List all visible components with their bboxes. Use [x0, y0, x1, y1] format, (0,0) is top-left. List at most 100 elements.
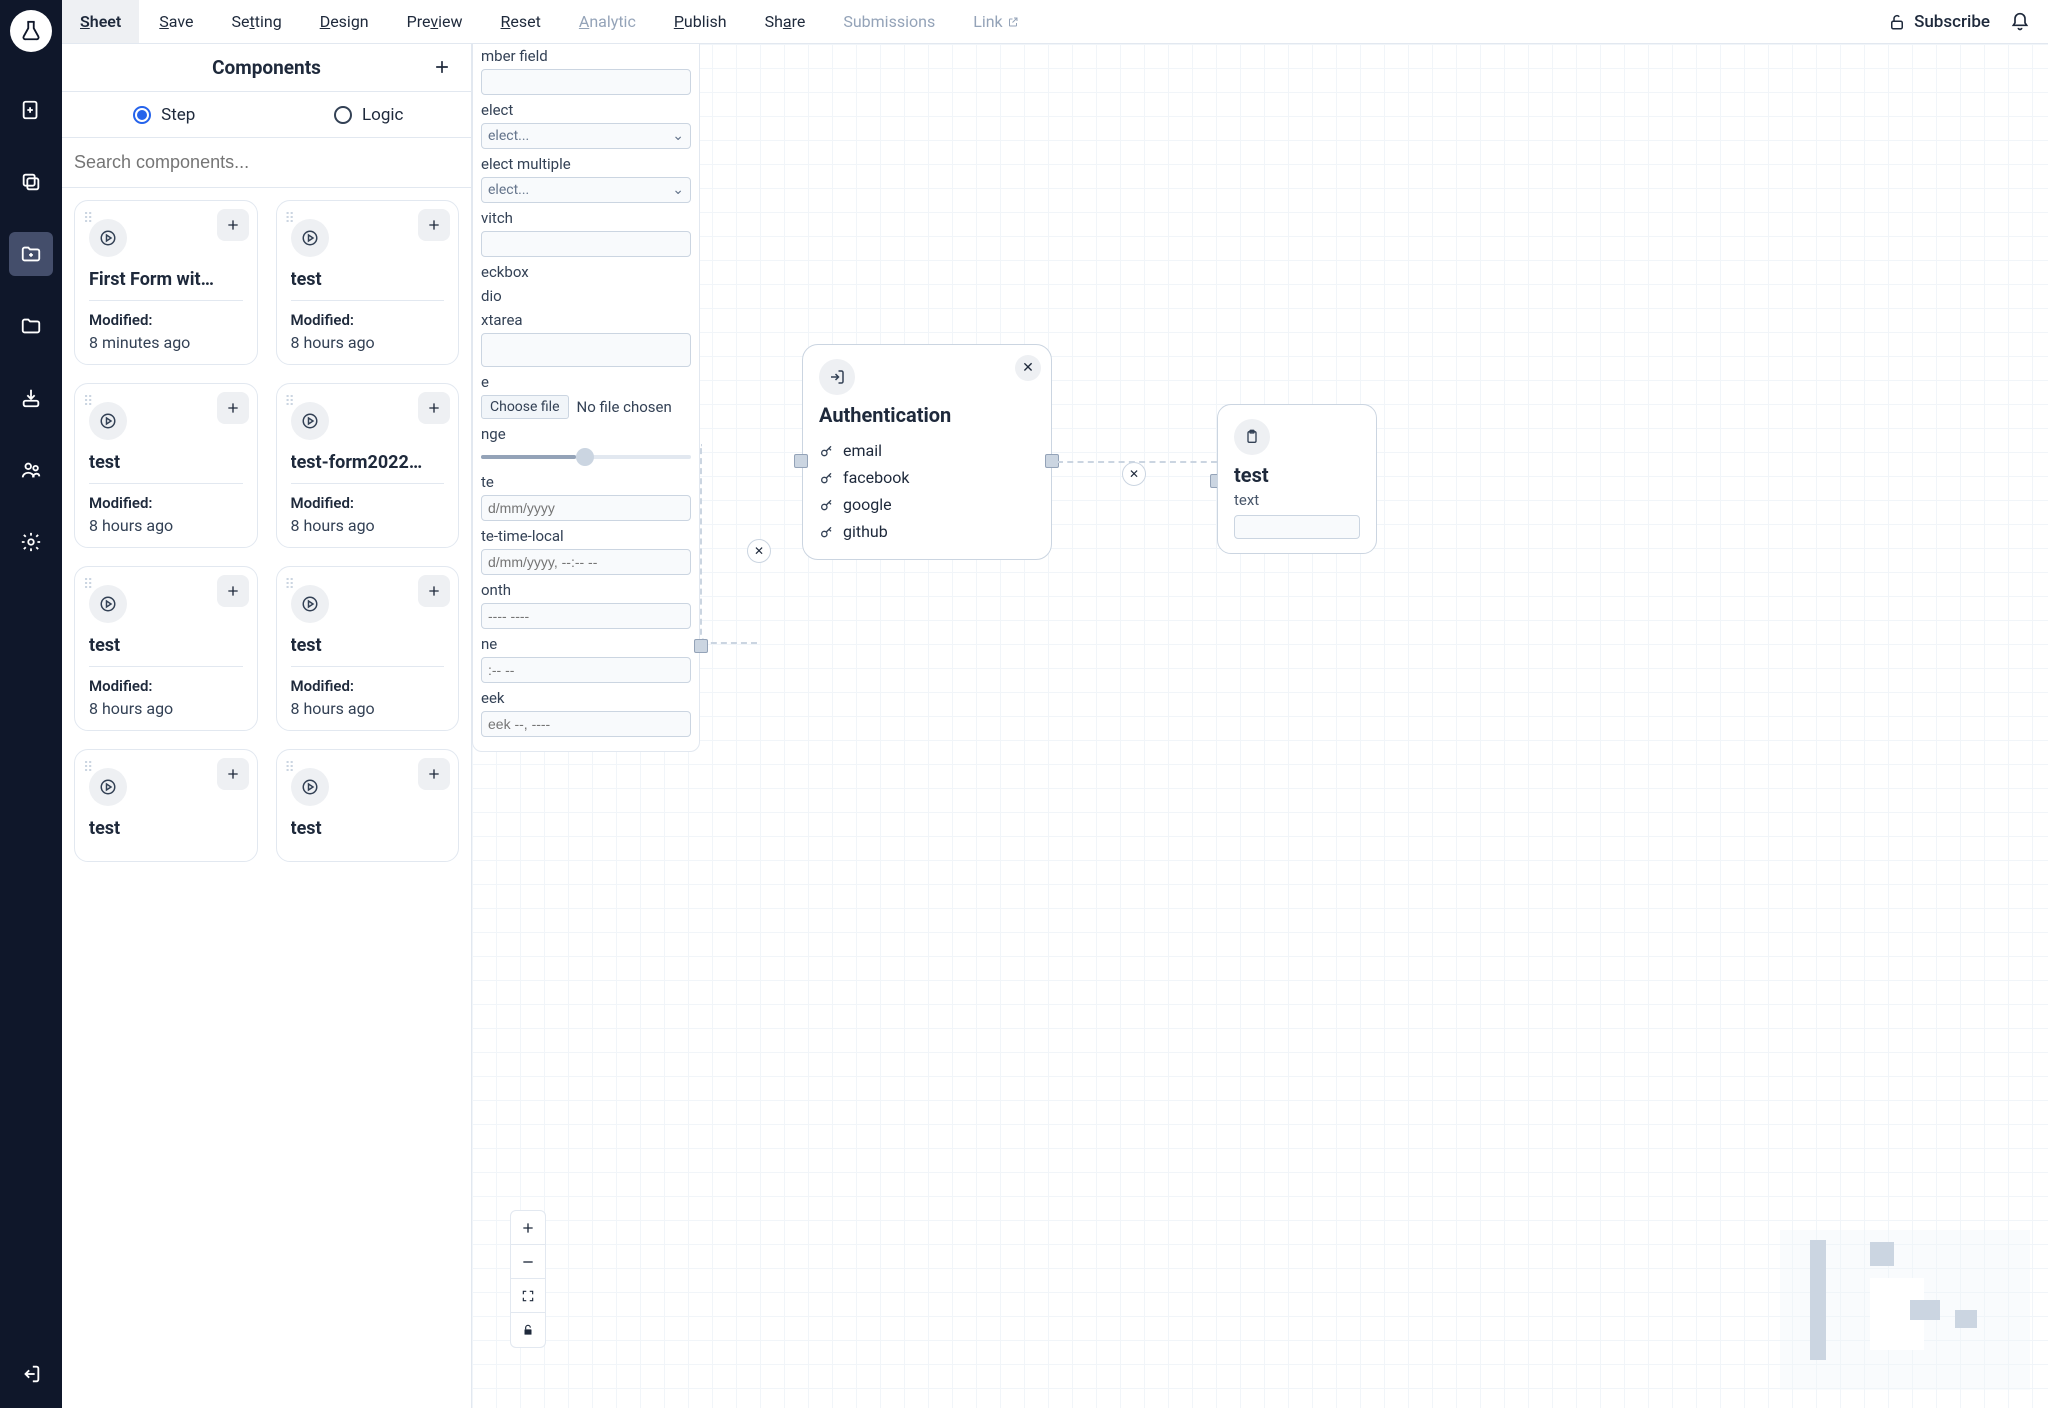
card-add-button[interactable]: [217, 575, 249, 607]
component-card[interactable]: ⠿ test Modified:8 hours ago: [74, 566, 258, 731]
auth-node[interactable]: ✕ Authentication emailfacebookgooglegith…: [802, 344, 1052, 560]
test-node[interactable]: test text: [1217, 404, 1377, 554]
menu-setting[interactable]: Setting: [214, 0, 300, 43]
drag-handle-icon[interactable]: ⠿: [83, 577, 95, 593]
choose-file-button[interactable]: Choose file: [481, 395, 569, 419]
auth-option[interactable]: google: [819, 491, 1035, 518]
modified-time: 8 hours ago: [89, 699, 243, 718]
menu-design[interactable]: Design: [302, 0, 387, 43]
rail-settings-icon[interactable]: [9, 520, 53, 564]
rail-download-icon[interactable]: [9, 376, 53, 420]
label-textarea: xtarea: [481, 311, 691, 329]
datetime-input[interactable]: [481, 549, 691, 575]
select-multiple-input[interactable]: elect...⌄: [481, 177, 691, 203]
drag-handle-icon[interactable]: ⠿: [285, 394, 297, 410]
menu-submissions[interactable]: Submissions: [825, 0, 953, 43]
date-input[interactable]: [481, 495, 691, 521]
search-input[interactable]: [72, 146, 461, 179]
rail-logout-icon[interactable]: [9, 1352, 53, 1396]
left-rail: [0, 0, 62, 1408]
menu-reset[interactable]: Reset: [483, 0, 559, 43]
card-add-button[interactable]: [418, 392, 450, 424]
auth-title: Authentication: [819, 403, 1035, 427]
menu-preview[interactable]: Preview: [389, 0, 481, 43]
key-icon: [819, 443, 835, 459]
week-input[interactable]: [481, 711, 691, 737]
drag-handle-icon[interactable]: ⠿: [285, 577, 297, 593]
no-file-text: No file chosen: [577, 398, 672, 416]
auth-option[interactable]: email: [819, 437, 1035, 464]
app-logo[interactable]: [10, 10, 52, 52]
zoom-fit-button[interactable]: [511, 1279, 545, 1313]
drag-handle-icon[interactable]: ⠿: [285, 211, 297, 227]
menu-save[interactable]: Save: [141, 0, 211, 43]
chevron-down-icon: ⌄: [672, 128, 684, 144]
time-input[interactable]: [481, 657, 691, 683]
component-card[interactable]: ⠿ test Modified:8 hours ago: [74, 383, 258, 548]
minimap[interactable]: [1780, 1230, 2030, 1390]
component-card[interactable]: ⠿ test: [74, 749, 258, 862]
card-add-button[interactable]: [217, 209, 249, 241]
subscribe-button[interactable]: Subscribe: [1888, 12, 1990, 32]
radio-on-icon: [133, 106, 151, 124]
notifications-icon[interactable]: [2010, 12, 2030, 32]
drag-handle-icon[interactable]: ⠿: [83, 760, 95, 776]
modified-label: Modified:: [291, 311, 445, 329]
rail-new-icon[interactable]: [9, 88, 53, 132]
label-select: elect: [481, 101, 691, 119]
month-input[interactable]: [481, 603, 691, 629]
menu-publish[interactable]: Publish: [656, 0, 745, 43]
lock-open-icon: [1888, 13, 1906, 31]
range-input[interactable]: [481, 447, 691, 467]
menu-analytic[interactable]: Analytic: [561, 0, 654, 43]
card-add-button[interactable]: [217, 758, 249, 790]
card-title: test: [291, 818, 445, 839]
component-card[interactable]: ⠿ test Modified:8 hours ago: [276, 566, 460, 731]
connection-handle[interactable]: [794, 454, 808, 468]
card-add-button[interactable]: [418, 758, 450, 790]
zoom-lock-button[interactable]: [511, 1313, 545, 1347]
component-card[interactable]: ⠿ test: [276, 749, 460, 862]
card-title: test: [89, 452, 243, 473]
tab-logic[interactable]: Logic: [267, 92, 472, 137]
card-title: test: [291, 269, 445, 290]
key-icon: [819, 524, 835, 540]
tab-step[interactable]: Step: [62, 92, 267, 137]
component-card[interactable]: ⠿ test Modified:8 hours ago: [276, 200, 460, 365]
card-add-button[interactable]: [418, 575, 450, 607]
rail-copy-icon[interactable]: [9, 160, 53, 204]
auth-option[interactable]: facebook: [819, 464, 1035, 491]
component-card[interactable]: ⠿ test-form2022… Modified:8 hours ago: [276, 383, 460, 548]
textarea-input[interactable]: [481, 333, 691, 367]
card-title: test-form2022…: [291, 452, 445, 473]
rail-users-icon[interactable]: [9, 448, 53, 492]
component-card[interactable]: ⠿ First Form wit… Modified:8 minutes ago: [74, 200, 258, 365]
rail-folder-icon[interactable]: [9, 304, 53, 348]
menu-sheet[interactable]: Sheet: [62, 0, 139, 43]
drag-handle-icon[interactable]: ⠿: [285, 760, 297, 776]
card-add-button[interactable]: [217, 392, 249, 424]
switch-input[interactable]: [481, 231, 691, 257]
key-icon: [819, 470, 835, 486]
menu-share[interactable]: Share: [747, 0, 824, 43]
test-node-input[interactable]: [1234, 515, 1360, 539]
top-menu: Sheet Save Setting Design Preview Reset …: [62, 0, 2048, 44]
connection-handle[interactable]: [694, 639, 708, 653]
add-component-button[interactable]: [427, 52, 457, 82]
canvas[interactable]: mber field electelect...⌄ elect multiple…: [472, 44, 2048, 1408]
label-range: nge: [481, 425, 691, 443]
zoom-out-button[interactable]: [511, 1245, 545, 1279]
auth-option[interactable]: github: [819, 518, 1035, 545]
edge-delete-button[interactable]: ✕: [1122, 462, 1146, 486]
drag-handle-icon[interactable]: ⠿: [83, 394, 95, 410]
close-icon[interactable]: ✕: [1015, 355, 1041, 381]
number-input[interactable]: [481, 69, 691, 95]
zoom-in-button[interactable]: [511, 1211, 545, 1245]
rail-add-folder-icon[interactable]: [9, 232, 53, 276]
menu-link[interactable]: Link: [955, 0, 1036, 43]
card-add-button[interactable]: [418, 209, 450, 241]
select-input[interactable]: elect...⌄: [481, 123, 691, 149]
edge-delete-button[interactable]: ✕: [747, 539, 771, 563]
drag-handle-icon[interactable]: ⠿: [83, 211, 95, 227]
zoom-toolbar: [510, 1210, 546, 1348]
